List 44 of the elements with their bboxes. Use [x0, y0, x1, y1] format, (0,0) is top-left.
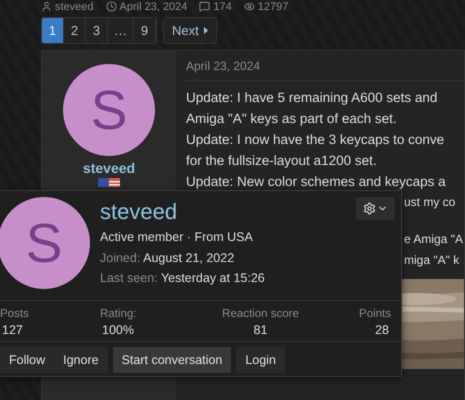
thread-meta-text: steveed [55, 0, 94, 12]
page-button[interactable]: 1 [42, 18, 64, 43]
page-button[interactable]: 3 [86, 18, 108, 43]
stat-label: Points [359, 307, 391, 322]
stat-value: 28 [374, 322, 390, 339]
stat-value: 81 [252, 322, 268, 339]
page-button[interactable]: 2 [64, 18, 86, 43]
flag-icon [98, 178, 120, 187]
thread-meta-text: 174 [213, 0, 232, 12]
stat-label: Posts [0, 307, 29, 322]
settings-icon [363, 202, 376, 215]
page-button[interactable]: 9 [134, 18, 156, 43]
page-button[interactable]: … [108, 18, 134, 43]
message-text: Update: I now have the 3 keycaps to conve [186, 131, 444, 149]
message-text: Update: New color schemes and keycaps a [186, 173, 446, 191]
stat-label: Reaction score [222, 307, 299, 322]
stat-value: 100% [101, 322, 135, 339]
message-text: Update: I have 5 remaining A600 sets and [186, 89, 438, 107]
action-button[interactable]: Login [236, 347, 285, 373]
message-text: miga "A" k [404, 252, 460, 269]
message-text: ust my co [404, 194, 456, 211]
member-info: Joined: August 21, 2022 [100, 250, 234, 267]
member-title: Active member · From USA [100, 229, 253, 246]
speech-bubble-icon [199, 1, 210, 12]
settings-menu-button[interactable] [356, 197, 395, 220]
stat-value: 127 [1, 322, 24, 339]
member-info: Last seen: Yesterday at 15:26 [100, 270, 265, 287]
caret-icon [204, 27, 208, 34]
message-text: for the fullsize-layout a1200 set. [186, 152, 377, 170]
action-button[interactable]: Ignore [54, 347, 108, 373]
action-button[interactable]: Start conversation [112, 347, 232, 373]
action-button[interactable]: Follow [0, 347, 54, 373]
clock-icon [106, 1, 117, 12]
next-button[interactable]: Next [163, 17, 217, 44]
user-icon [41, 1, 52, 12]
username-link[interactable]: steveed [82, 160, 136, 176]
eye-icon [244, 1, 255, 12]
message-text: e Amiga "A [404, 231, 463, 248]
stat-label: Rating: [100, 307, 136, 322]
message-text: Amiga "A" keys as part of each set. [186, 110, 397, 128]
thread-meta-text: April 23, 2024 [120, 0, 188, 12]
post-date: April 23, 2024 [186, 59, 464, 81]
thread-meta-text: 12797 [258, 0, 288, 12]
member-name[interactable]: steveed [100, 199, 178, 225]
